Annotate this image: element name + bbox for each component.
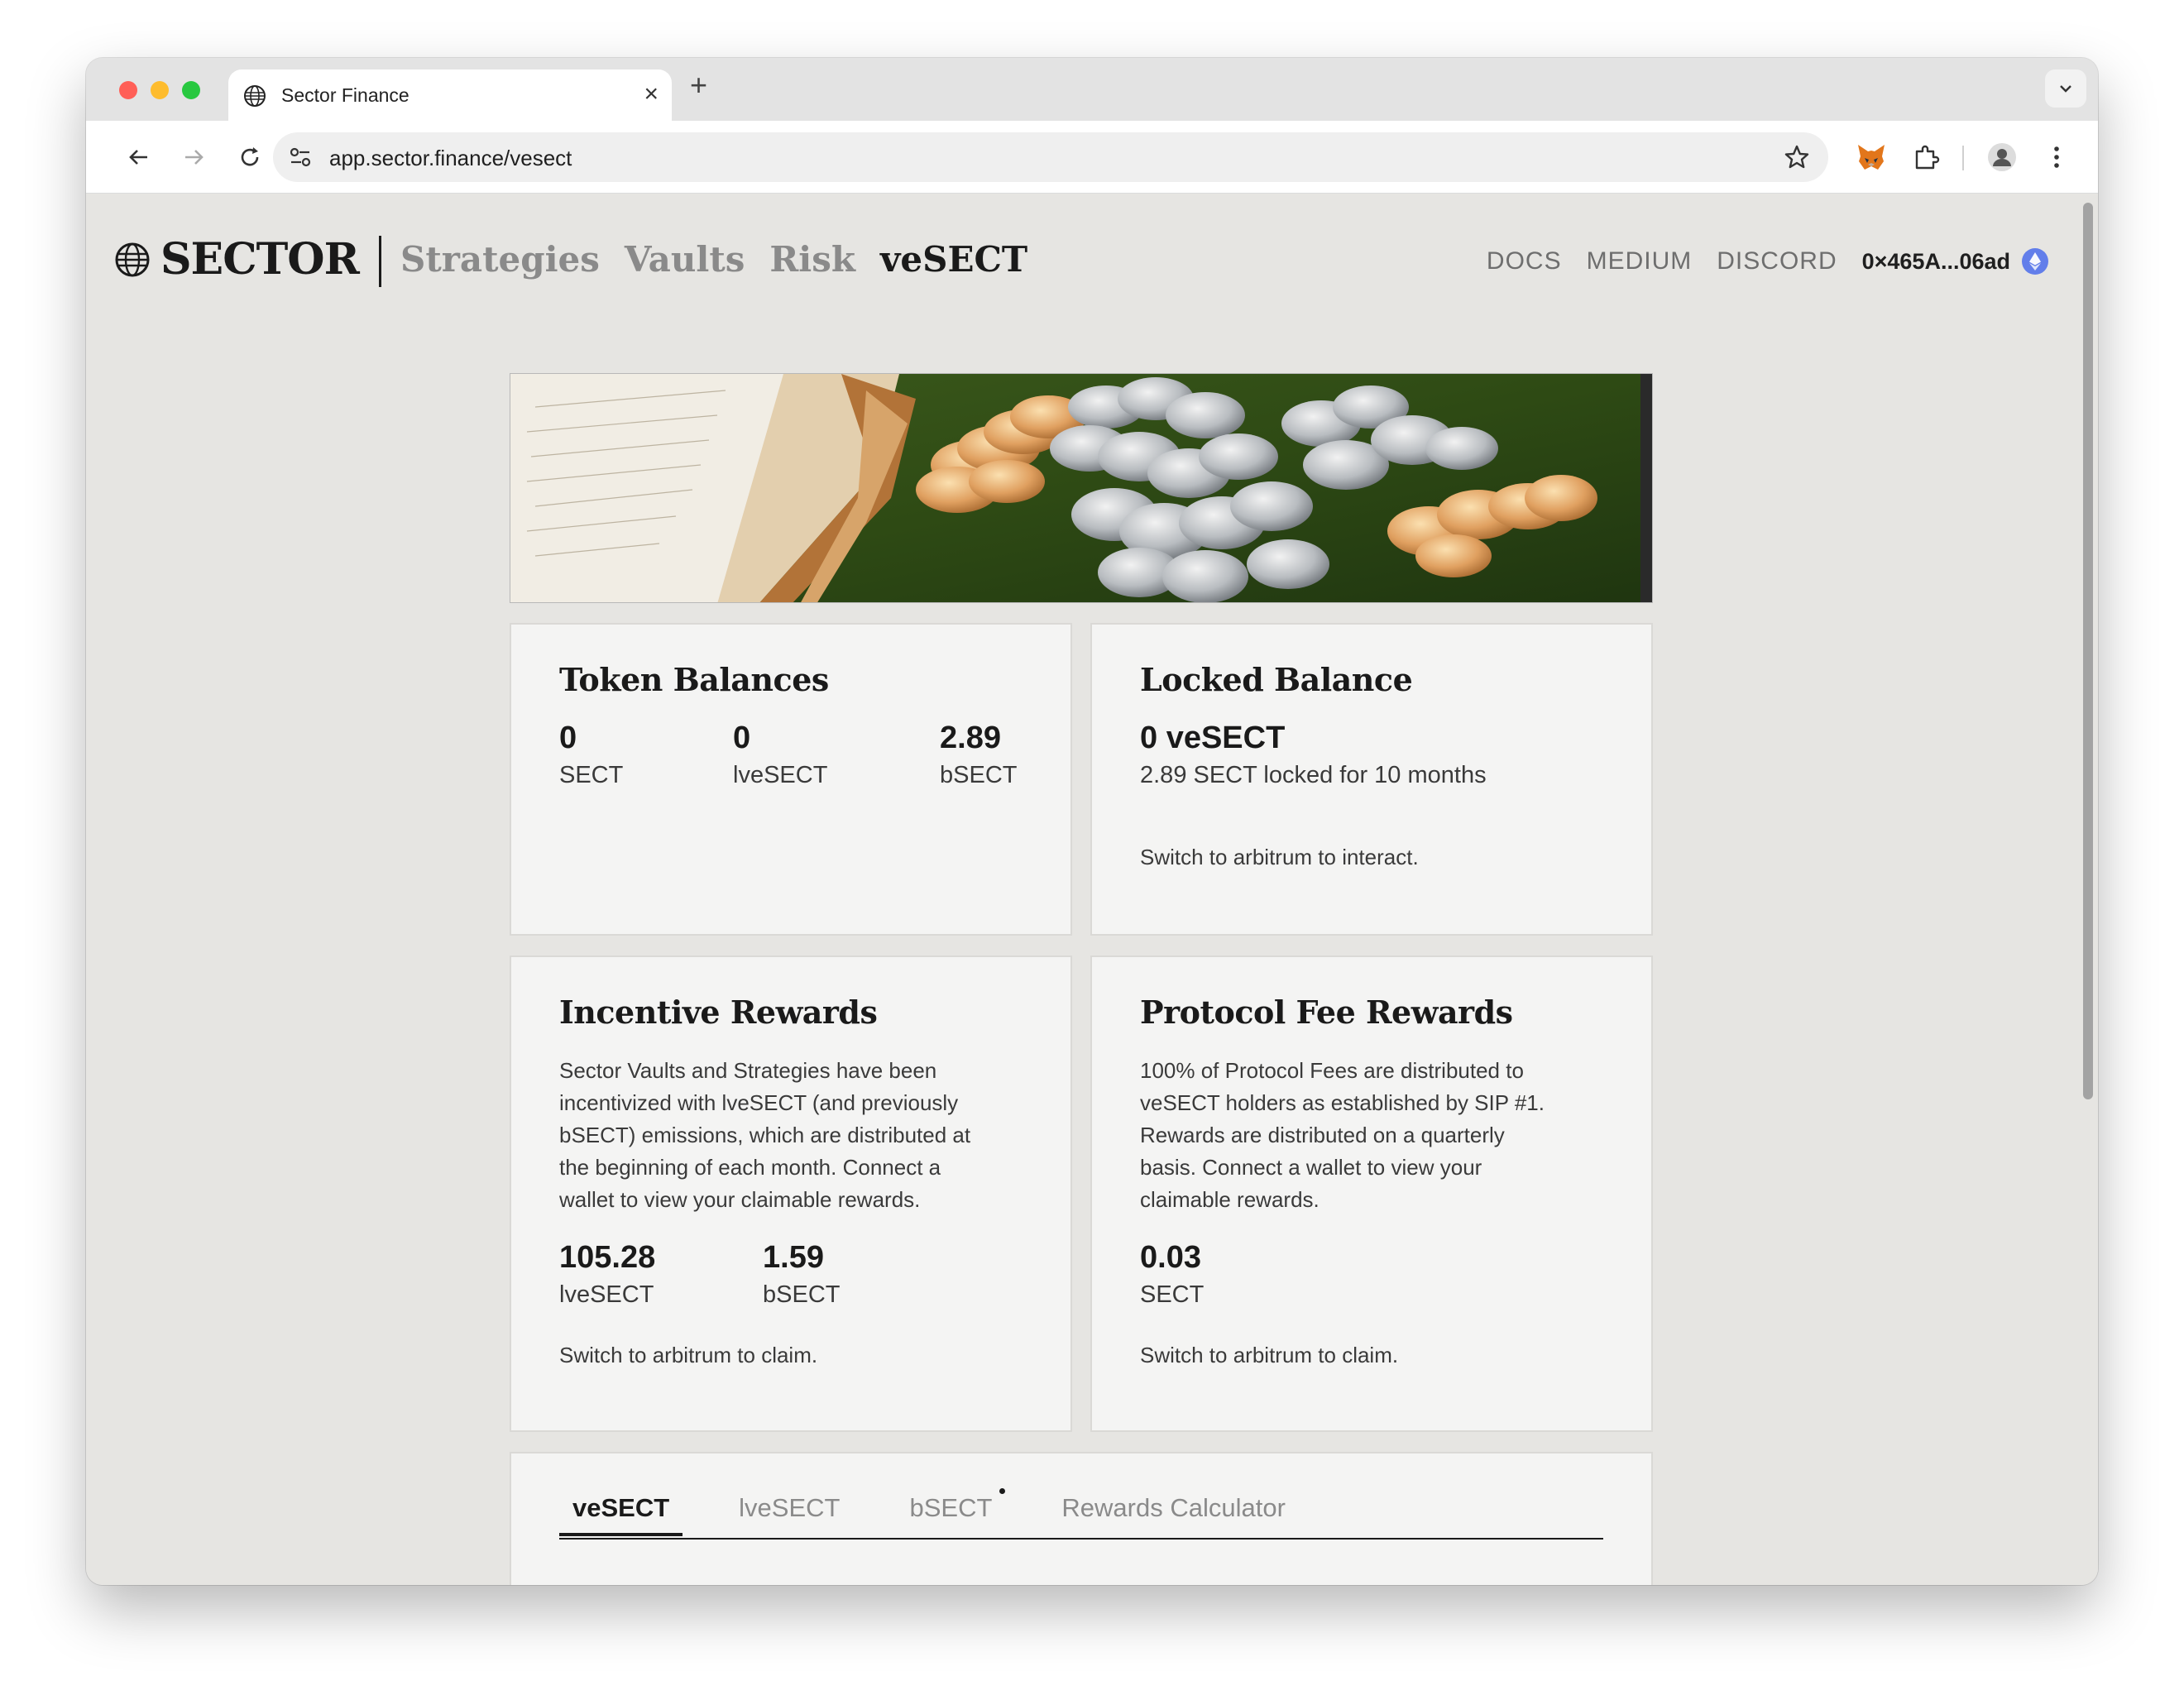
desc-line: Rewards are distributed on a quarterly — [1140, 1123, 1505, 1147]
desc-line: claimable rewards. — [1140, 1187, 1320, 1212]
sect-fee-reward-value: 0.03 — [1140, 1240, 1201, 1275]
back-button[interactable] — [121, 139, 157, 175]
token-balances-card: Token Balances 0 SECT 0 lveSECT 2.89 bSE… — [510, 623, 1072, 936]
main-nav: Strategies Vaults Risk veSECT — [400, 239, 1052, 280]
scrollbar[interactable] — [2078, 194, 2098, 1585]
desc-line: wallet to view your claimable rewards. — [559, 1187, 921, 1212]
token-balances-title: Token Balances — [559, 661, 829, 698]
docs-link[interactable]: DOCS — [1487, 247, 1562, 275]
desc-line: bSECT) emissions, which are distributed … — [559, 1123, 971, 1147]
sect-balance-value: 0 — [559, 721, 577, 755]
tab-rewards-calculator[interactable]: Rewards Calculator — [1048, 1493, 1299, 1536]
token-tabs: veSECT lveSECT bSECT Rewards Calculator — [559, 1488, 1342, 1536]
switch-network-claim-note: Switch to arbitrum to claim. — [1140, 1343, 1399, 1367]
reload-button[interactable] — [232, 139, 268, 175]
sect-fee-reward-label: SECT — [1140, 1281, 1205, 1308]
browser-window: Sector Finance × + app.sector.finance/ve… — [86, 58, 2098, 1585]
protocol-fee-rewards-title: Protocol Fee Rewards — [1140, 994, 1513, 1031]
header-links: DOCS MEDIUM DISCORD 0×465A...06ad — [1462, 247, 2048, 275]
tabs-underline — [559, 1538, 1603, 1540]
bsect-balance-value: 2.89 — [940, 721, 1001, 755]
scrollbar-thumb[interactable] — [2083, 203, 2093, 1099]
incentive-rewards-title: Incentive Rewards — [559, 994, 878, 1031]
reload-icon — [241, 147, 259, 166]
wallet-address[interactable]: 0×465A...06ad — [1862, 249, 2010, 275]
medium-link[interactable]: MEDIUM — [1587, 247, 1693, 275]
vesect-locked-value: 0 veSECT — [1140, 721, 1286, 755]
new-tab-button[interactable]: + — [690, 68, 707, 103]
bsect-reward-value: 1.59 — [763, 1240, 824, 1275]
bookmark-star-icon[interactable] — [1784, 144, 1810, 170]
desc-line: incentivized with lveSECT (and previousl… — [559, 1090, 959, 1115]
logo-wordmark: SECTOR — [160, 234, 360, 285]
incentive-rewards-description: Sector Vaults and Strategies have been i… — [559, 1055, 970, 1216]
lvesect-reward-value: 105.28 — [559, 1240, 656, 1275]
tab-bsect[interactable]: bSECT — [896, 1488, 1006, 1536]
puzzle-icon — [1915, 145, 1940, 170]
token-tabs-card: veSECT lveSECT bSECT Rewards Calculator — [510, 1452, 1653, 1585]
browser-tab[interactable]: Sector Finance × — [228, 69, 672, 121]
browser-toolbar: app.sector.finance/vesect — [86, 121, 2098, 194]
extensions-button[interactable] — [1908, 139, 1944, 175]
protocol-fee-rewards-description: 100% of Protocol Fees are distributed to… — [1140, 1055, 1545, 1216]
forward-button[interactable] — [175, 139, 212, 175]
discord-link[interactable]: DISCORD — [1717, 247, 1837, 275]
desc-line: veSECT holders as established by SIP #1. — [1140, 1090, 1545, 1115]
nav-risk[interactable]: Risk — [769, 239, 855, 280]
desc-line: the beginning of each month. Connect a — [559, 1155, 941, 1180]
minimize-window-button[interactable] — [151, 81, 169, 99]
globe-icon — [244, 85, 266, 107]
nav-vesect[interactable]: veSECT — [880, 239, 1027, 280]
desc-line: Sector Vaults and Strategies have been — [559, 1058, 937, 1083]
tab-bsect-label: bSECT — [909, 1493, 993, 1522]
lvesect-balance-label: lveSECT — [733, 762, 828, 788]
profile-button[interactable] — [1984, 139, 2020, 175]
header-divider — [379, 236, 381, 287]
metamask-extension-button[interactable] — [1853, 139, 1889, 175]
tab-vesect[interactable]: veSECT — [559, 1493, 683, 1536]
arrow-right-icon — [185, 150, 204, 165]
maximize-window-button[interactable] — [182, 81, 200, 99]
page-viewport: SECTOR Strategies Vaults Risk veSECT DOC… — [86, 194, 2098, 1585]
switch-network-note: Switch to arbitrum to interact. — [1140, 845, 1419, 869]
locked-detail: 2.89 SECT locked for 10 months — [1140, 762, 1487, 788]
bsect-balance-label: bSECT — [940, 762, 1018, 788]
nav-strategies[interactable]: Strategies — [400, 239, 600, 280]
address-bar[interactable]: app.sector.finance/vesect — [273, 132, 1828, 182]
avatar-icon — [1988, 143, 2016, 171]
switch-network-claim-note: Switch to arbitrum to claim. — [559, 1343, 818, 1367]
lvesect-balance-value: 0 — [733, 721, 751, 755]
tab-strip: Sector Finance × + — [86, 58, 2098, 121]
tab-title: Sector Finance — [281, 84, 410, 106]
protocol-fee-rewards-card: Protocol Fee Rewards 100% of Protocol Fe… — [1090, 955, 1653, 1432]
desc-line: basis. Connect a wallet to view your — [1140, 1155, 1482, 1180]
kebab-menu-icon — [2054, 146, 2059, 168]
hero-banner-image — [510, 373, 1653, 603]
notification-dot — [999, 1488, 1006, 1494]
globe-logo-icon — [115, 242, 150, 276]
chevron-down-icon — [2060, 85, 2071, 93]
toolbar-separator — [1962, 146, 1964, 170]
site-settings-icon[interactable] — [288, 146, 313, 169]
locked-balance-card: Locked Balance 0 veSECT 2.89 SECT locked… — [1090, 623, 1653, 936]
close-window-button[interactable] — [119, 81, 137, 99]
locked-balance-title: Locked Balance — [1140, 661, 1413, 698]
sect-balance-label: SECT — [559, 762, 624, 788]
browser-menu-button[interactable] — [2038, 139, 2075, 175]
site-logo[interactable]: SECTOR — [114, 234, 360, 285]
lvesect-reward-label: lveSECT — [559, 1281, 654, 1308]
nav-vaults[interactable]: Vaults — [625, 239, 745, 280]
tab-lvesect[interactable]: lveSECT — [726, 1493, 853, 1536]
arrow-left-icon — [129, 150, 147, 165]
tab-close-icon[interactable]: × — [644, 79, 659, 109]
tab-search-button[interactable] — [2045, 69, 2086, 108]
bsect-reward-label: bSECT — [763, 1281, 841, 1308]
ethereum-icon[interactable] — [2022, 248, 2048, 275]
fox-icon — [1858, 145, 1885, 170]
incentive-rewards-card: Incentive Rewards Sector Vaults and Stra… — [510, 955, 1072, 1432]
url-text: app.sector.finance/vesect — [329, 146, 572, 170]
desc-line: 100% of Protocol Fees are distributed to — [1140, 1058, 1524, 1083]
